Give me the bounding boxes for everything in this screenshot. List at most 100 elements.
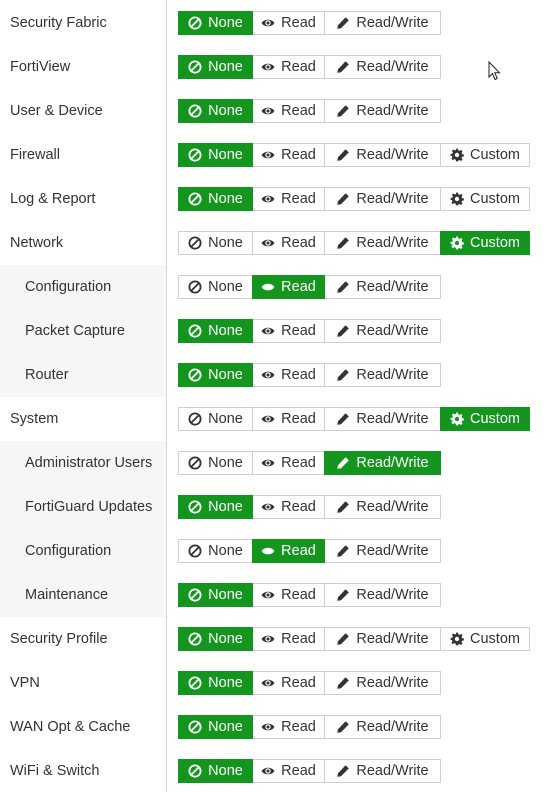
- button-label: None: [208, 235, 243, 251]
- button-label: Custom: [470, 411, 520, 427]
- eye-icon: [261, 456, 275, 470]
- button-label: Read/Write: [356, 675, 429, 691]
- read-button[interactable]: Read: [252, 451, 325, 475]
- permission-label: Configuration: [25, 279, 112, 295]
- read-write-button[interactable]: Read/Write: [324, 11, 441, 35]
- custom-button[interactable]: Custom: [440, 231, 530, 255]
- read-write-button[interactable]: Read/Write: [324, 627, 441, 651]
- read-write-button[interactable]: Read/Write: [324, 143, 441, 167]
- none-button[interactable]: None: [178, 99, 253, 123]
- read-button[interactable]: Read: [252, 715, 325, 739]
- read-button[interactable]: Read: [252, 583, 325, 607]
- none-button[interactable]: None: [178, 495, 253, 519]
- custom-button[interactable]: Custom: [440, 187, 530, 211]
- permission-row: Security Fabric None Read Read/Write: [0, 1, 545, 45]
- none-button[interactable]: None: [178, 671, 253, 695]
- read-write-button[interactable]: Read/Write: [324, 583, 441, 607]
- none-button[interactable]: None: [178, 583, 253, 607]
- read-write-button[interactable]: Read/Write: [324, 99, 441, 123]
- read-button[interactable]: Read: [252, 55, 325, 79]
- none-button[interactable]: None: [178, 451, 253, 475]
- none-button[interactable]: None: [178, 275, 253, 299]
- button-label: Read: [281, 455, 316, 471]
- button-label: Read/Write: [356, 191, 429, 207]
- permission-label: Network: [10, 235, 64, 251]
- pencil-icon: [336, 236, 350, 250]
- read-write-button[interactable]: Read/Write: [324, 275, 441, 299]
- eye-icon: [261, 720, 275, 734]
- read-write-button[interactable]: Read/Write: [324, 231, 441, 255]
- ban-icon: [188, 412, 202, 426]
- button-label: Read: [281, 15, 316, 31]
- access-level-toggle-group: None Read Read/Write: [178, 11, 441, 35]
- eye-icon: [261, 544, 275, 558]
- none-button[interactable]: None: [178, 319, 253, 343]
- button-label: Read: [281, 763, 316, 779]
- read-button[interactable]: Read: [252, 495, 325, 519]
- none-button[interactable]: None: [178, 143, 253, 167]
- none-button[interactable]: None: [178, 715, 253, 739]
- none-button[interactable]: None: [178, 231, 253, 255]
- none-button[interactable]: None: [178, 55, 253, 79]
- permission-label: VPN: [10, 675, 40, 691]
- button-label: None: [208, 147, 243, 163]
- permission-row: Packet Capture None Read Read/Write: [0, 309, 545, 353]
- custom-button[interactable]: Custom: [440, 627, 530, 651]
- read-button[interactable]: Read: [252, 539, 325, 563]
- gear-icon: [450, 412, 464, 426]
- read-button[interactable]: Read: [252, 143, 325, 167]
- read-write-button[interactable]: Read/Write: [324, 319, 441, 343]
- read-button[interactable]: Read: [252, 99, 325, 123]
- column-divider: [166, 0, 167, 792]
- read-write-button[interactable]: Read/Write: [324, 759, 441, 783]
- none-button[interactable]: None: [178, 363, 253, 387]
- read-write-button[interactable]: Read/Write: [324, 55, 441, 79]
- button-label: Read: [281, 675, 316, 691]
- read-button[interactable]: Read: [252, 275, 325, 299]
- read-write-button[interactable]: Read/Write: [324, 671, 441, 695]
- ban-icon: [188, 148, 202, 162]
- read-button[interactable]: Read: [252, 671, 325, 695]
- pencil-icon: [336, 544, 350, 558]
- custom-button[interactable]: Custom: [440, 407, 530, 431]
- button-label: Read/Write: [356, 15, 429, 31]
- button-label: Read/Write: [356, 499, 429, 515]
- read-button[interactable]: Read: [252, 319, 325, 343]
- read-write-button[interactable]: Read/Write: [324, 539, 441, 563]
- none-button[interactable]: None: [178, 627, 253, 651]
- access-level-toggle-group: None Read Read/Write Custom: [178, 187, 530, 211]
- button-label: Read/Write: [356, 543, 429, 559]
- read-write-button[interactable]: Read/Write: [324, 451, 441, 475]
- access-level-toggle-group: None Read Read/Write: [178, 671, 441, 695]
- eye-icon: [261, 60, 275, 74]
- read-button[interactable]: Read: [252, 627, 325, 651]
- read-button[interactable]: Read: [252, 187, 325, 211]
- button-label: Read/Write: [356, 719, 429, 735]
- ban-icon: [188, 368, 202, 382]
- read-button[interactable]: Read: [252, 11, 325, 35]
- none-button[interactable]: None: [178, 539, 253, 563]
- read-button[interactable]: Read: [252, 231, 325, 255]
- read-write-button[interactable]: Read/Write: [324, 407, 441, 431]
- read-write-button[interactable]: Read/Write: [324, 187, 441, 211]
- read-button[interactable]: Read: [252, 363, 325, 387]
- permission-label: Log & Report: [10, 191, 96, 207]
- read-button[interactable]: Read: [252, 407, 325, 431]
- none-button[interactable]: None: [178, 187, 253, 211]
- access-level-toggle-group: None Read Read/Write Custom: [178, 231, 530, 255]
- read-write-button[interactable]: Read/Write: [324, 495, 441, 519]
- none-button[interactable]: None: [178, 759, 253, 783]
- permission-row: FortiView None Read Read/Write: [0, 45, 545, 89]
- button-label: Read/Write: [356, 103, 429, 119]
- eye-icon: [261, 16, 275, 30]
- read-write-button[interactable]: Read/Write: [324, 363, 441, 387]
- custom-button[interactable]: Custom: [440, 143, 530, 167]
- none-button[interactable]: None: [178, 11, 253, 35]
- permission-label: Security Profile: [10, 631, 108, 647]
- read-write-button[interactable]: Read/Write: [324, 715, 441, 739]
- ban-icon: [188, 588, 202, 602]
- none-button[interactable]: None: [178, 407, 253, 431]
- permission-row: User & Device None Read Read/Write: [0, 89, 545, 133]
- read-button[interactable]: Read: [252, 759, 325, 783]
- permission-label: Router: [25, 367, 69, 383]
